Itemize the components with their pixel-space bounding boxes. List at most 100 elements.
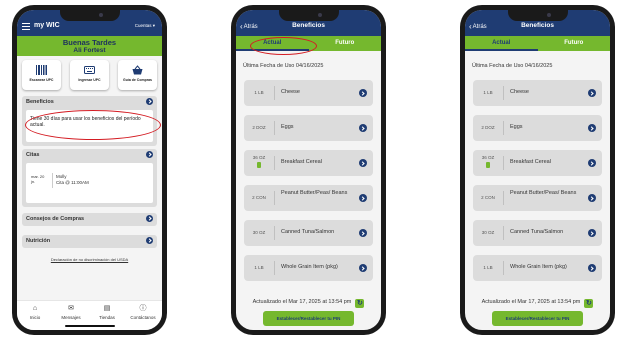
benefit-qty: 1 LB [483, 265, 493, 270]
shopping-guide-label: Guía de Compras [123, 78, 152, 82]
benefit-name: Peanut Butter/Peas/ Beans [281, 190, 348, 196]
chevron-right-icon[interactable] [588, 89, 596, 97]
chevron-right-icon[interactable] [146, 215, 153, 222]
chevron-right-icon[interactable] [146, 98, 153, 105]
home-indicator [64, 325, 115, 327]
benefit-item-peanut-butter[interactable]: 2 CON Peanut Butter/Peas/ Beans [244, 185, 373, 211]
benefit-item-whole-grain[interactable]: 1 LB Whole Grain Item (pkg) [473, 255, 602, 281]
appointment-name: Molly [56, 174, 67, 179]
benefit-item-cereal[interactable]: 36 OZ Breakfast Cereal [473, 150, 602, 176]
benefit-item-cheese[interactable]: 1 LB Cheese [473, 80, 602, 106]
benefit-qty: 1 LB [254, 265, 264, 270]
tab-future[interactable]: Futuro [538, 40, 611, 46]
benefit-item-tuna[interactable]: 30 OZ Canned Tuna/Salmon [473, 220, 602, 246]
appointments-title: Citas [26, 152, 40, 158]
user-name: Ali Fortest [73, 47, 106, 54]
shopping-tips-panel[interactable]: Consejos de Compras [22, 213, 157, 226]
benefit-qty: 2 CON [252, 195, 266, 200]
tab-current[interactable]: Actual [465, 40, 538, 46]
nav-contact-label: Contáctanos [130, 315, 156, 320]
screen-title: Beneficios [292, 22, 325, 29]
phone-notch [507, 10, 568, 21]
enter-upc-button[interactable]: Ingresar UPC [70, 60, 109, 90]
benefit-name: Cheese [510, 89, 529, 95]
chevron-right-icon[interactable] [359, 124, 367, 132]
benefits-title: Beneficios [26, 99, 54, 105]
chevron-right-icon[interactable] [359, 194, 367, 202]
tab-future[interactable]: Futuro [309, 40, 382, 46]
benefit-qty: 30 OZ [481, 230, 495, 235]
nav-contact[interactable]: ⓘ Contáctanos [125, 305, 161, 320]
nav-home-label: Inicio [29, 315, 41, 320]
benefit-item-whole-grain[interactable]: 1 LB Whole Grain Item (pkg) [244, 255, 373, 281]
nutrition-title: Nutrición [26, 238, 51, 244]
set-pin-button[interactable]: Establecer/Restablecer tu PIN [263, 311, 354, 326]
appointment-time: Cita @ 11:00AM [56, 179, 89, 185]
benefit-item-peanut-butter[interactable]: 2 CON Peanut Butter/Peas/ Beans [473, 185, 602, 211]
shopping-guide-button[interactable]: Guía de Compras [118, 60, 157, 90]
home-screen: my WIC Cuentas ▾ Buenas Tardes Ali Forte… [17, 10, 162, 330]
benefit-name: Breakfast Cereal [510, 159, 551, 165]
screen-title: Beneficios [521, 22, 554, 29]
chevron-right-icon[interactable] [146, 151, 153, 158]
cereal-icon [486, 162, 490, 168]
chevron-down-icon: ▾ [152, 23, 155, 28]
benefit-item-cheese[interactable]: 1 LB Cheese [244, 80, 373, 106]
nav-messages[interactable]: ✉ Mensajes [53, 305, 89, 320]
benefit-name: Cheese [281, 89, 300, 95]
usda-statement-link[interactable]: Declaración de no discriminación del USD… [17, 257, 162, 262]
appointment-card[interactable]: mar. 20 jn. Molly Cita @ 11:00AM [26, 163, 153, 203]
benefit-name: Whole Grain Item (pkg) [281, 264, 338, 270]
scan-upc-button[interactable]: Escanear UPC [22, 60, 61, 90]
set-pin-button[interactable]: Establecer/Restablecer tu PIN [492, 311, 583, 326]
active-tab-indicator [465, 49, 538, 51]
chevron-right-icon[interactable] [359, 89, 367, 97]
menu-icon[interactable] [22, 23, 30, 30]
chevron-right-icon[interactable] [359, 229, 367, 237]
benefit-name: Canned Tuna/Salmon [510, 229, 564, 235]
divider [503, 121, 504, 135]
highlight-oval [250, 37, 317, 55]
chevron-right-icon[interactable] [588, 124, 596, 132]
benefit-item-cereal[interactable]: 36 OZ Breakfast Cereal [244, 150, 373, 176]
divider [52, 173, 53, 188]
benefit-qty: 36 OZ [473, 150, 503, 176]
divider [503, 156, 504, 170]
nav-stores-label: Tiendas [99, 315, 115, 320]
greeting-text: Buenas Tardes [62, 38, 117, 47]
refresh-icon[interactable]: ↻ [584, 299, 594, 308]
last-updated: Actualizado el Mar 17, 2025 at 13:54 pm ↻ [481, 299, 594, 308]
chevron-right-icon[interactable] [588, 159, 596, 167]
divider [274, 261, 275, 275]
benefit-qty: 2 DOZ [481, 125, 495, 130]
appointments-panel[interactable]: Citas mar. 20 jn. Molly Cita @ 11:00AM [22, 149, 157, 207]
chevron-right-icon[interactable] [588, 194, 596, 202]
benefits-screen: ‹Atrás Beneficios Actual Futuro Última F… [465, 10, 610, 330]
divider [274, 156, 275, 170]
benefit-item-tuna[interactable]: 30 OZ Canned Tuna/Salmon [244, 220, 373, 246]
mail-icon: ✉ [68, 305, 74, 312]
divider [503, 191, 504, 205]
accounts-dropdown[interactable]: Cuentas ▾ [135, 23, 155, 29]
benefit-name: Canned Tuna/Salmon [281, 229, 335, 235]
benefits-screen: ‹Atrás Beneficios Actual Futuro Última F… [236, 10, 381, 330]
nutrition-panel[interactable]: Nutrición [22, 235, 157, 248]
chevron-right-icon[interactable] [588, 264, 596, 272]
nav-stores[interactable]: ▤ Tiendas [89, 305, 125, 320]
highlight-oval [25, 110, 161, 140]
benefit-item-eggs[interactable]: 2 DOZ Eggs [244, 115, 373, 141]
nav-home[interactable]: ⌂ Inicio [17, 305, 53, 320]
cereal-icon [257, 162, 261, 168]
benefit-name: Eggs [510, 124, 523, 130]
chevron-right-icon[interactable] [146, 237, 153, 244]
last-use-date: Última Fecha de Uso 04/16/2025 [472, 63, 553, 69]
refresh-icon[interactable]: ↻ [355, 299, 365, 308]
divider [274, 121, 275, 135]
phone-notch [278, 10, 339, 21]
app-title: my WIC [34, 22, 60, 29]
chevron-right-icon[interactable] [588, 229, 596, 237]
chevron-right-icon[interactable] [359, 159, 367, 167]
appointment-info: Molly Cita @ 11:00AM [56, 174, 89, 185]
benefit-item-eggs[interactable]: 2 DOZ Eggs [473, 115, 602, 141]
chevron-right-icon[interactable] [359, 264, 367, 272]
